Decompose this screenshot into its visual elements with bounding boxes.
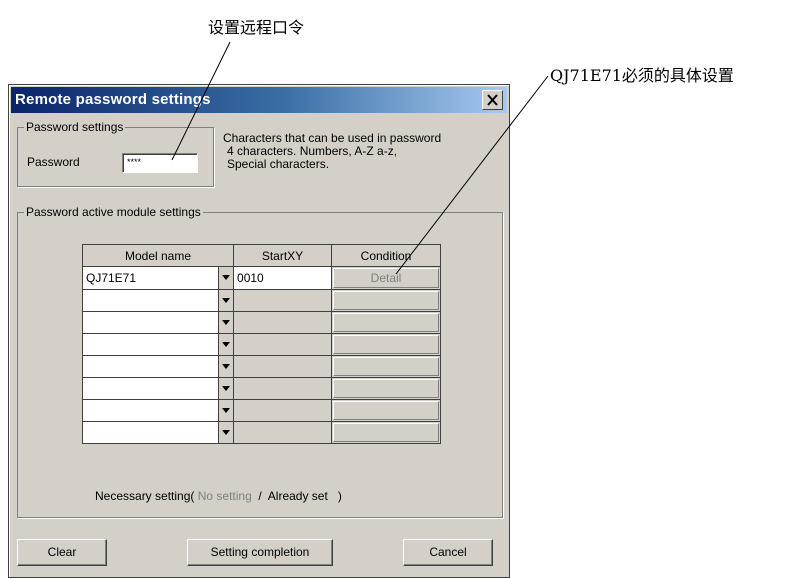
table-row xyxy=(82,377,442,400)
chevron-down-icon xyxy=(222,275,230,280)
clear-button[interactable]: Clear xyxy=(17,539,107,566)
dialog-title: Remote password settings xyxy=(15,91,211,108)
chevron-down-icon xyxy=(222,364,230,369)
model-name-cell[interactable] xyxy=(82,333,219,356)
model-name-cell[interactable] xyxy=(82,399,219,422)
model-name-cell[interactable] xyxy=(82,377,219,400)
condition-button xyxy=(333,357,440,376)
close-icon xyxy=(487,94,498,106)
table-row xyxy=(82,421,442,444)
condition-button xyxy=(333,423,440,442)
password-rules-note: Characters that can be used in password … xyxy=(223,132,441,171)
model-dropdown-button[interactable] xyxy=(217,377,235,400)
condition-cell xyxy=(331,289,442,312)
model-name-cell[interactable] xyxy=(82,311,219,334)
startxy-cell xyxy=(233,399,333,422)
condition-button xyxy=(333,291,440,310)
model-name-cell[interactable] xyxy=(82,355,219,378)
chevron-down-icon xyxy=(222,298,230,303)
password-settings-legend: Password settings xyxy=(24,120,126,134)
module-settings-legend: Password active module settings xyxy=(24,205,203,219)
condition-cell xyxy=(331,377,442,400)
model-dropdown-button[interactable] xyxy=(217,355,235,378)
annotation-remote-password: 设置远程口令 xyxy=(208,18,305,37)
column-header-model-name: Model name xyxy=(81,244,235,267)
table-row xyxy=(82,333,442,356)
startxy-cell xyxy=(233,311,333,334)
startxy-cell xyxy=(233,377,333,400)
chevron-down-icon xyxy=(222,430,230,435)
note-line: Special characters. xyxy=(227,157,330,171)
table-row xyxy=(82,399,442,422)
separator: / xyxy=(258,489,262,503)
no-setting-label: No setting xyxy=(197,489,252,503)
column-header-startxy: StartXY xyxy=(233,244,333,267)
necessary-setting-legend: Necessary setting( No setting / Already … xyxy=(95,489,342,503)
condition-cell xyxy=(331,311,442,334)
already-set-label: Already set xyxy=(267,489,328,503)
startxy-cell[interactable]: 0010 xyxy=(233,266,333,290)
necessary-close-paren: ) xyxy=(337,489,342,503)
condition-button xyxy=(333,335,440,354)
table-row xyxy=(82,289,442,312)
chevron-down-icon xyxy=(222,408,230,413)
model-dropdown-button[interactable] xyxy=(217,311,235,334)
password-input[interactable]: **** xyxy=(122,153,198,173)
setting-completion-button[interactable]: Setting completion xyxy=(187,539,333,566)
model-dropdown-button[interactable] xyxy=(217,421,235,444)
model-name-cell[interactable] xyxy=(82,421,219,444)
condition-button xyxy=(333,379,440,398)
model-name-cell[interactable]: QJ71E71 xyxy=(82,266,219,290)
startxy-cell xyxy=(233,289,333,312)
chevron-down-icon xyxy=(222,342,230,347)
annotation-qj71e71-setting: QJ71E71必须的具体设置 xyxy=(550,66,734,85)
condition-cell xyxy=(331,399,442,422)
module-table: Model name StartXY Condition QJ71E71 001… xyxy=(81,244,442,444)
model-name-cell[interactable] xyxy=(82,289,219,312)
model-dropdown-button[interactable] xyxy=(217,399,235,422)
condition-cell xyxy=(331,333,442,356)
startxy-cell xyxy=(233,421,333,444)
startxy-cell xyxy=(233,333,333,356)
table-row xyxy=(82,355,442,378)
condition-button xyxy=(333,313,440,332)
condition-cell xyxy=(331,421,442,444)
detail-button[interactable]: Detail xyxy=(333,268,440,288)
model-dropdown-button[interactable] xyxy=(217,289,235,312)
table-row: QJ71E71 0010 Detail xyxy=(82,266,442,290)
necessary-setting-label: Necessary setting( xyxy=(95,489,195,503)
chevron-down-icon xyxy=(222,386,230,391)
condition-cell xyxy=(331,355,442,378)
condition-button xyxy=(333,401,440,420)
remote-password-dialog: Remote password settings Password settin… xyxy=(8,84,510,578)
chevron-down-icon xyxy=(222,320,230,325)
password-label: Password xyxy=(27,155,80,169)
model-dropdown-button[interactable] xyxy=(217,266,235,290)
startxy-cell xyxy=(233,355,333,378)
condition-cell: Detail xyxy=(331,266,442,290)
table-row xyxy=(82,311,442,334)
model-dropdown-button[interactable] xyxy=(217,333,235,356)
title-bar[interactable]: Remote password settings xyxy=(11,87,507,113)
column-header-condition: Condition xyxy=(331,244,442,267)
cancel-button[interactable]: Cancel xyxy=(403,539,493,566)
close-button[interactable] xyxy=(482,90,503,110)
